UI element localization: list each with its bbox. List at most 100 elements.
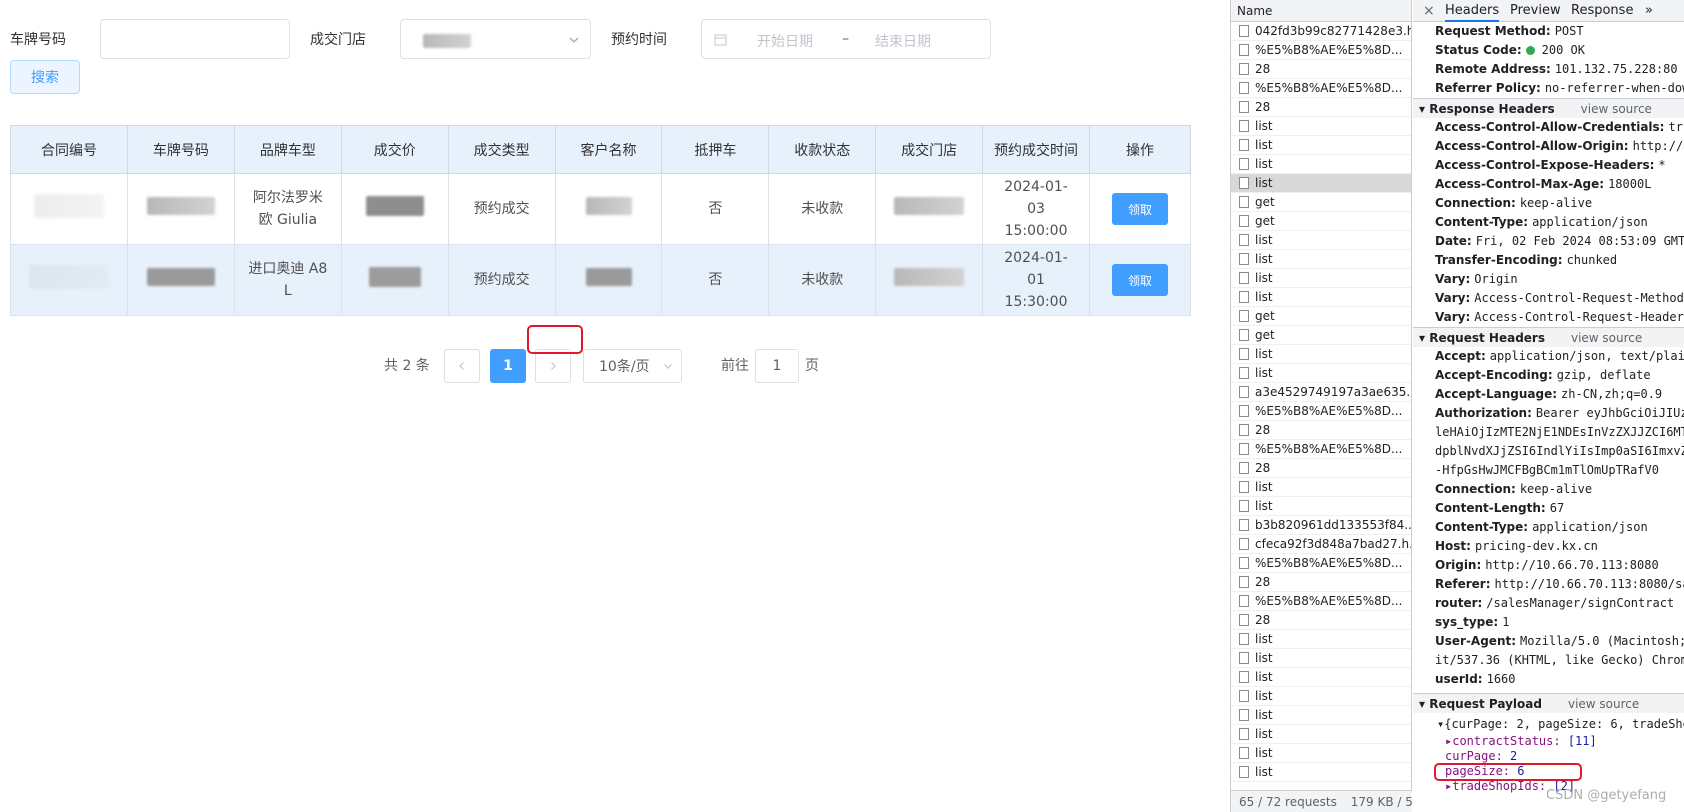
response-headers-section[interactable]: ▾ Response Headers view source <box>1413 98 1684 118</box>
request-row[interactable]: get <box>1231 193 1411 212</box>
header-value: 1660 <box>1486 672 1516 686</box>
claim-button[interactable]: 领取 <box>1112 193 1169 225</box>
store-select[interactable] <box>400 19 591 59</box>
header-entry: Transfer-Encoding: chunked <box>1413 251 1684 270</box>
request-row[interactable]: get <box>1231 307 1411 326</box>
request-row[interactable]: list <box>1231 269 1411 288</box>
request-row[interactable]: list <box>1231 155 1411 174</box>
request-row[interactable]: list <box>1231 630 1411 649</box>
header-entry: Access-Control-Max-Age: 18000L <box>1413 175 1684 194</box>
request-row[interactable]: list <box>1231 668 1411 687</box>
file-icon <box>1239 766 1249 778</box>
page-size-select[interactable]: 10条/页 <box>583 349 682 383</box>
name-column-header[interactable]: Name <box>1231 0 1411 22</box>
request-row[interactable]: 042fd3b99c82771428e3.h... <box>1231 22 1411 41</box>
view-source-link[interactable]: view source <box>1571 331 1642 345</box>
date-end-input[interactable]: 结束日期 <box>875 31 931 51</box>
request-row[interactable]: %E5%B8%AE%E5%8D... <box>1231 554 1411 573</box>
request-row[interactable]: list <box>1231 478 1411 497</box>
header-type: 成交类型 <box>447 125 556 174</box>
prev-page-button[interactable] <box>444 349 480 383</box>
file-icon <box>1239 348 1249 360</box>
header-value: /salesManager/signContract <box>1486 596 1675 610</box>
request-row[interactable]: cfeca92f3d848a7bad27.h... <box>1231 535 1411 554</box>
request-row[interactable]: %E5%B8%AE%E5%8D... <box>1231 402 1411 421</box>
request-row[interactable]: list <box>1231 345 1411 364</box>
tab-response[interactable]: Response <box>1571 0 1633 22</box>
request-row[interactable]: list <box>1231 288 1411 307</box>
request-row[interactable]: %E5%B8%AE%E5%8D... <box>1231 79 1411 98</box>
request-row[interactable]: get <box>1231 212 1411 231</box>
request-row[interactable]: %E5%B8%AE%E5%8D... <box>1231 440 1411 459</box>
header-entry: Host: pricing-dev.kx.cn <box>1413 537 1684 556</box>
request-row[interactable]: list <box>1231 706 1411 725</box>
request-row[interactable]: 28 <box>1231 459 1411 478</box>
file-icon <box>1239 120 1249 132</box>
request-headers-list: Accept: application/json, text/plain Accep… <box>1413 347 1684 423</box>
header-key: Transfer-Encoding: <box>1435 253 1563 267</box>
request-payload-section[interactable]: ▾ Request Payload view source <box>1413 693 1684 713</box>
close-detail-icon[interactable]: × <box>1423 0 1435 22</box>
header-key: Origin: <box>1435 558 1482 572</box>
header-store: 成交门店 <box>875 125 984 174</box>
date-start-input[interactable]: 开始日期 <box>757 31 813 51</box>
file-icon <box>1239 728 1249 740</box>
request-row[interactable]: b3b820961dd133553f84.... <box>1231 516 1411 535</box>
request-detail-pane: × Headers Preview Response » Request Met… <box>1413 0 1684 812</box>
request-row[interactable]: list <box>1231 174 1411 193</box>
request-name: list <box>1255 119 1273 133</box>
header-value: gzip, deflate <box>1556 368 1651 382</box>
page-1-button[interactable]: 1 <box>490 349 526 383</box>
request-row[interactable]: list <box>1231 364 1411 383</box>
header-value: 101.132.75.228:80 <box>1554 62 1678 76</box>
tab-preview[interactable]: Preview <box>1510 0 1561 22</box>
chevron-left-icon <box>459 362 464 370</box>
more-tabs-icon[interactable]: » <box>1645 0 1653 22</box>
devtools-panel: Name 042fd3b99c82771428e3.h... %E5%B8%AE%… <box>1230 0 1684 812</box>
file-icon <box>1239 652 1249 664</box>
request-row[interactable]: list <box>1231 744 1411 763</box>
request-row[interactable]: a3e4529749197a3ae635.... <box>1231 383 1411 402</box>
header-value: Bearer eyJhbGciOiJIUzI1 <box>1535 406 1684 420</box>
goto-page-input[interactable]: 1 <box>755 349 799 383</box>
plate-label: 车牌号码 <box>10 32 66 48</box>
file-icon <box>1239 481 1249 493</box>
request-row[interactable]: list <box>1231 136 1411 155</box>
tab-headers[interactable]: Headers <box>1445 0 1500 22</box>
request-row[interactable]: 28 <box>1231 421 1411 440</box>
request-headers-section[interactable]: ▾ Request Headers view source <box>1413 327 1684 347</box>
request-row[interactable]: %E5%B8%AE%E5%8D... <box>1231 41 1411 60</box>
request-row[interactable]: list <box>1231 687 1411 706</box>
header-value: application/json, text/plain <box>1489 349 1684 363</box>
request-row[interactable]: list <box>1231 497 1411 516</box>
request-row[interactable]: list <box>1231 231 1411 250</box>
request-name: list <box>1255 651 1273 665</box>
request-row[interactable]: list <box>1231 649 1411 668</box>
date-range-picker[interactable]: 开始日期 – 结束日期 <box>701 19 991 59</box>
request-row[interactable]: 28 <box>1231 60 1411 79</box>
request-row[interactable]: list <box>1231 763 1411 782</box>
request-name: list <box>1255 366 1273 380</box>
request-row[interactable]: list <box>1231 725 1411 744</box>
view-source-link[interactable]: view source <box>1568 697 1639 711</box>
payload-root[interactable]: ▾{curPage: 2, pageSize: 6, tradeSho <box>1413 715 1684 734</box>
request-row[interactable]: %E5%B8%AE%E5%8D... <box>1231 592 1411 611</box>
request-row[interactable]: 28 <box>1231 573 1411 592</box>
search-button[interactable]: 搜索 <box>10 60 80 94</box>
watermark-text: CSDN @getyefang <box>1546 788 1667 803</box>
request-row[interactable]: get <box>1231 326 1411 345</box>
view-source-link[interactable]: view source <box>1581 102 1652 116</box>
request-row[interactable]: 28 <box>1231 98 1411 117</box>
file-icon <box>1239 367 1249 379</box>
request-row[interactable]: 28 <box>1231 611 1411 630</box>
header-price: 成交价 <box>340 125 449 174</box>
request-row[interactable]: list <box>1231 117 1411 136</box>
claim-button[interactable]: 领取 <box>1112 264 1169 296</box>
header-key: ▸contractStatus: <box>1445 734 1561 748</box>
table-header-row: 合同编号 车牌号码 品牌车型 成交价 成交类型 客户名称 抵押车 收款状态 成交… <box>10 125 1191 174</box>
request-row[interactable]: list <box>1231 250 1411 269</box>
calendar-icon <box>714 34 727 46</box>
request-name: 28 <box>1255 100 1271 114</box>
plate-input[interactable] <box>100 19 290 59</box>
next-page-button[interactable] <box>535 349 571 383</box>
